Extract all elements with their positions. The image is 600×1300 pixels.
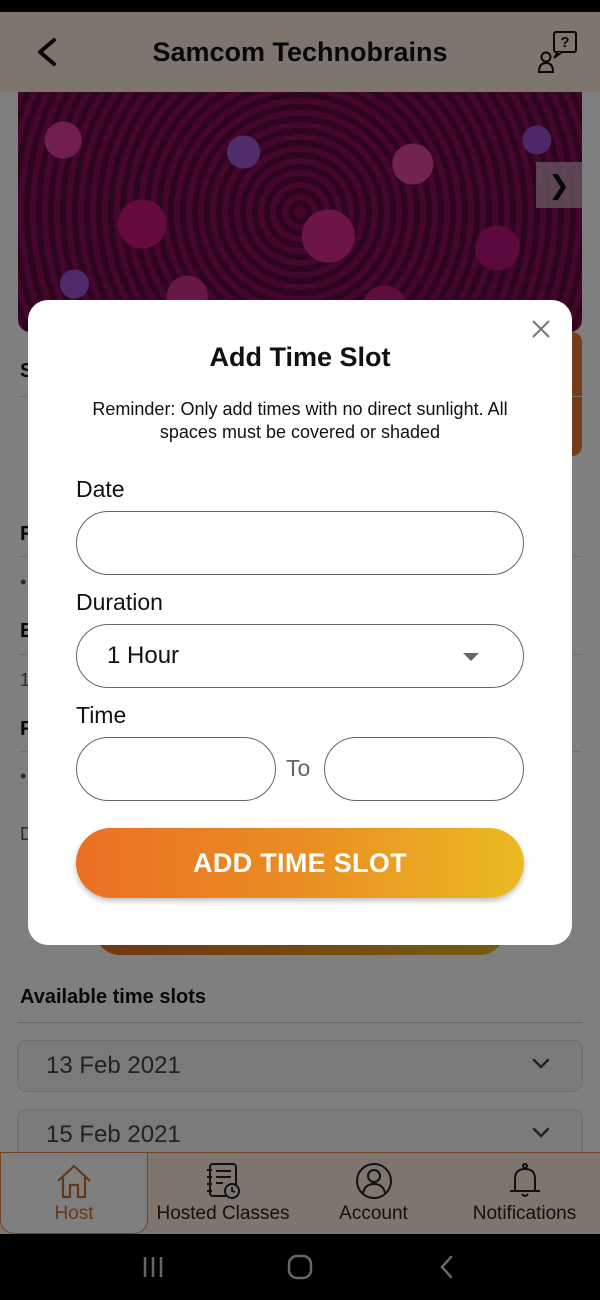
duration-value: 1 Hour	[107, 642, 180, 669]
dialog-title: Add Time Slot	[209, 342, 391, 372]
date-label: Date	[76, 476, 125, 502]
duration-label: Duration	[76, 589, 163, 615]
reminder-text: Reminder: Only add times with no direct …	[92, 399, 508, 442]
add-time-slot-button[interactable]: ADD TIME SLOT	[76, 828, 524, 898]
caret-down-icon	[463, 653, 479, 661]
date-field[interactable]	[76, 511, 524, 575]
time-from-field[interactable]	[76, 737, 276, 801]
add-time-slot-dialog: Add Time Slot Reminder: Only add times w…	[28, 300, 572, 945]
to-label: To	[286, 755, 311, 781]
time-label: Time	[76, 702, 127, 728]
close-icon[interactable]	[530, 318, 552, 340]
duration-select[interactable]: 1 Hour	[76, 624, 524, 688]
time-to-field[interactable]	[324, 737, 524, 801]
